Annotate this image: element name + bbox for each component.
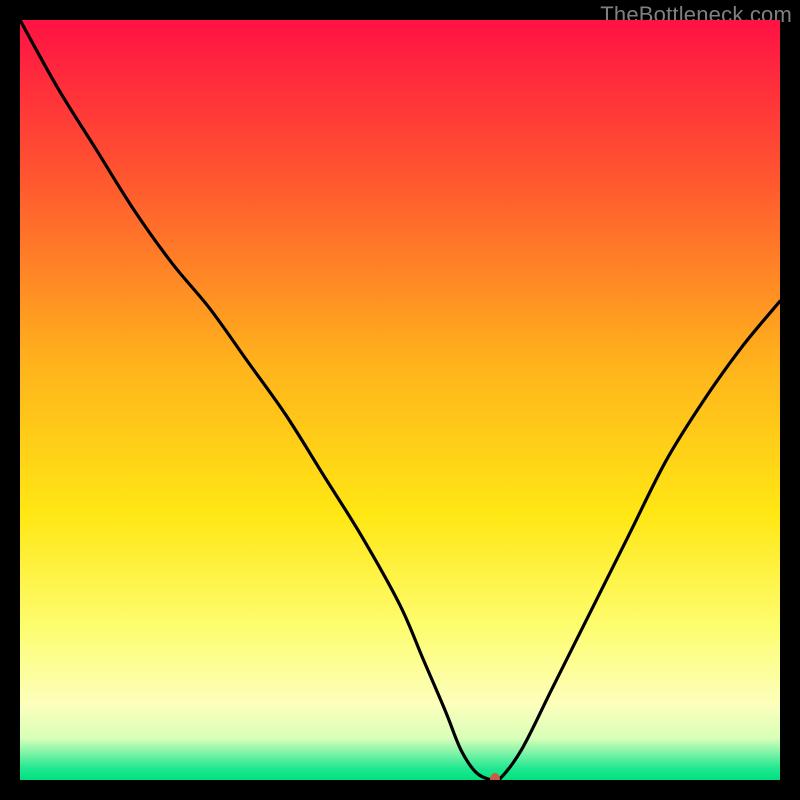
plot-area [20,20,780,780]
gradient-background [20,20,780,780]
chart-svg [20,20,780,780]
chart-frame: TheBottleneck.com [0,0,800,800]
